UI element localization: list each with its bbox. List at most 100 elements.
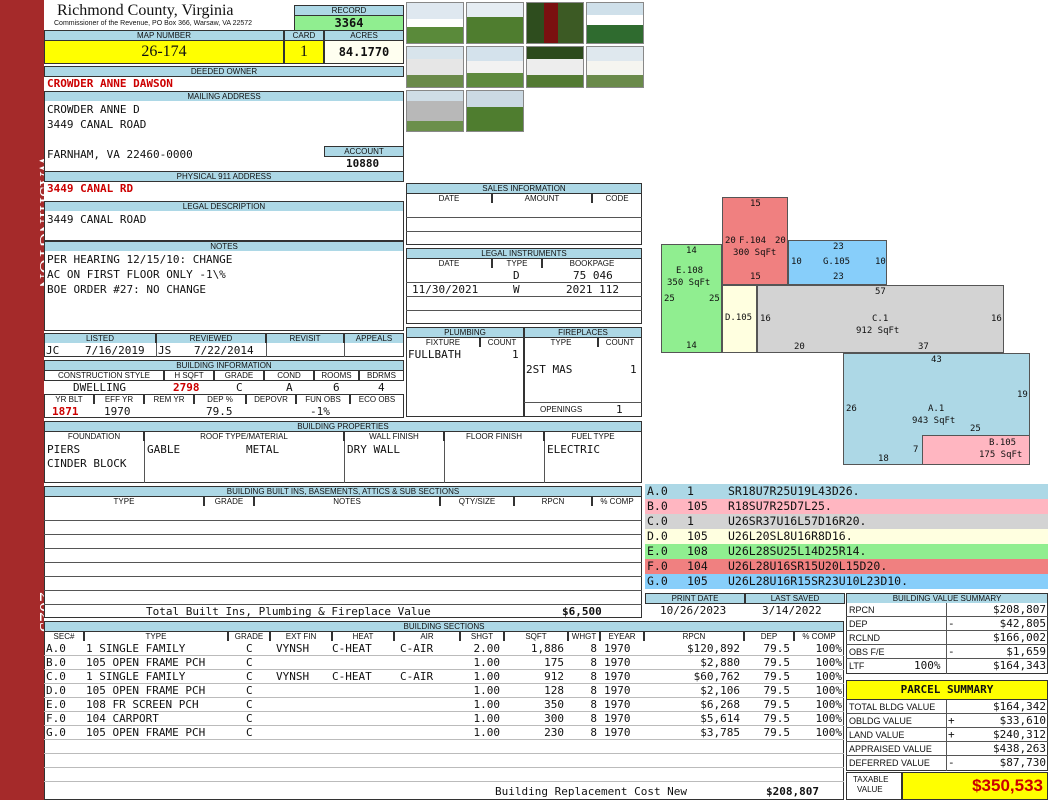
section-cell-rpcn: $3,785 xyxy=(700,726,740,739)
sketch-code-e: E.0 108 U26L28SU25L14D25R14. xyxy=(645,544,1048,559)
parcel-summary-title: PARCEL SUMMARY xyxy=(846,680,1048,700)
county-title: Richmond County, Virginia xyxy=(57,2,234,19)
section-cell-sec: B.0 xyxy=(46,656,66,669)
section-cell-grade: C xyxy=(246,684,253,697)
last-saved-label: LAST SAVED xyxy=(745,593,845,604)
section-cell-air: C-AIR xyxy=(400,670,434,683)
effective-year: 1970 xyxy=(104,405,131,418)
section-cell-comp: 100% xyxy=(815,698,843,711)
section-cell-comp: 100% xyxy=(815,712,843,725)
photo-7[interactable] xyxy=(526,46,584,88)
photo-5[interactable] xyxy=(406,46,464,88)
section-cell-shgt: 1.00 xyxy=(473,698,501,711)
construction-style: DWELLING xyxy=(73,381,126,394)
photo-4[interactable] xyxy=(586,2,644,44)
section-cell-whgt: 8 xyxy=(590,726,597,739)
section-cell-grade: C xyxy=(246,656,253,669)
section-cell-ext: VYNSH xyxy=(276,670,310,683)
account-label: ACCOUNT xyxy=(324,146,404,157)
sales-rows xyxy=(406,203,642,245)
photo-9[interactable] xyxy=(406,90,464,132)
foundation-2: CINDER BLOCK xyxy=(47,457,127,470)
section-cell-whgt: 8 xyxy=(590,670,597,683)
parcel-total-bldg: TOTAL BLDG VALUE $164,342 xyxy=(846,700,1048,714)
section-cell-comp: 100% xyxy=(815,670,843,683)
section-cell-ext: VYNSH xyxy=(276,642,310,655)
section-cell-whgt: 8 xyxy=(590,712,597,725)
section-cell-dep: 79.5 xyxy=(763,642,791,655)
section-cell-sec: D.0 xyxy=(46,684,66,697)
parcel-obldg: OBLDG VALUE + $33,610 xyxy=(846,714,1048,728)
record-number: 3364 xyxy=(294,15,404,31)
li-row-2-book: 2021 112 xyxy=(566,283,619,296)
section-cell-rpcn: $6,268 xyxy=(700,698,740,711)
sketch-section-b: B.105 175 SqFt xyxy=(922,435,1030,465)
builtins-total-label: Total Built Ins, Plumbing & Fireplace Va… xyxy=(146,605,431,618)
commissioner-address: Commissioner of the Revenue, PO Box 366,… xyxy=(54,20,253,27)
section-cell-sqft: 300 xyxy=(544,712,564,725)
replacement-cost-label: Building Replacement Cost New xyxy=(495,785,688,798)
photo-3[interactable] xyxy=(526,2,584,44)
photo-10[interactable] xyxy=(466,90,524,132)
reviewed-date: 7/22/2014 xyxy=(194,344,254,357)
h-grade: GRADE xyxy=(214,370,264,381)
functional-obs: -1% xyxy=(310,405,330,418)
section-cell-whgt: 8 xyxy=(590,684,597,697)
section-cell-type: 105 OPEN FRAME PCH xyxy=(86,684,206,697)
plumbing-count: 1 xyxy=(512,348,519,361)
print-date-label: PRINT DATE xyxy=(645,593,745,604)
mailing-line-2: 3449 CANAL ROAD xyxy=(47,118,147,131)
section-cell-dep: 79.5 xyxy=(763,684,791,697)
section-cell-sec: G.0 xyxy=(46,726,66,739)
sketch-code-c: C.0 1 U26SR37U16L57D16R20. xyxy=(645,514,1048,529)
depreciation: 79.5 xyxy=(206,405,233,418)
section-cell-eyear: 1970 xyxy=(604,684,631,697)
section-cell-sec: E.0 xyxy=(46,698,66,711)
section-cell-sec: C.0 xyxy=(46,670,66,683)
photo-1[interactable] xyxy=(406,2,464,44)
sketch-code-b: B.0 105 R18SU7R25D7L25. xyxy=(645,499,1048,514)
last-saved: 3/14/2022 xyxy=(762,604,822,617)
section-cell-eyear: 1970 xyxy=(604,642,631,655)
li-row-2-type: W xyxy=(513,283,520,296)
replacement-cost: $208,807 xyxy=(766,785,819,798)
section-cell-type: 104 CARPORT xyxy=(86,712,159,725)
section-cell-rpcn: $120,892 xyxy=(687,642,740,655)
section-cell-whgt: 8 xyxy=(590,642,597,655)
physical-address: 3449 CANAL RD xyxy=(47,182,134,195)
fireplace-type: 2ST MAS xyxy=(526,363,573,376)
bvs-ltf: LTF 100% $164,343 xyxy=(849,659,1046,672)
note-line-1: PER HEARING 12/15/10: CHANGE xyxy=(47,253,233,266)
bvs-rpcn: RPCN $208,807 xyxy=(846,603,1048,617)
physical-address-label: PHYSICAL 911 ADDRESS xyxy=(44,171,404,182)
sketch-section-c: 57 16 C.1 912 SqFt 16 20 37 xyxy=(757,285,1004,353)
photo-8[interactable] xyxy=(586,46,644,88)
section-cell-heat: C-HEAT xyxy=(332,670,372,683)
photo-6[interactable] xyxy=(466,46,524,88)
section-cell-sqft: 230 xyxy=(544,726,564,739)
section-cell-sqft: 912 xyxy=(544,670,564,683)
section-cell-rpcn: $60,762 xyxy=(693,670,740,683)
section-cell-grade: C xyxy=(246,698,253,711)
section-cell-air: C-AIR xyxy=(400,642,434,655)
note-line-2: AC ON FIRST FLOOR ONLY -1\% xyxy=(47,268,226,281)
section-cell-sqft: 175 xyxy=(544,656,564,669)
h-bdrms: BDRMS xyxy=(359,370,404,381)
deeded-owner: CROWDER ANNE DAWSON xyxy=(47,77,173,90)
section-cell-rpcn: $5,614 xyxy=(700,712,740,725)
card-number: 1 xyxy=(284,40,324,64)
map-number: 26-174 xyxy=(44,40,284,64)
photo-2[interactable] xyxy=(466,2,524,44)
section-cell-dep: 79.5 xyxy=(763,698,791,711)
section-cell-type: 108 FR SCREEN PCH xyxy=(86,698,199,711)
section-cell-eyear: 1970 xyxy=(604,726,631,739)
section-cell-rpcn: $2,880 xyxy=(700,656,740,669)
condition: A xyxy=(286,381,293,394)
parcel-land: LAND VALUE + $240,312 xyxy=(846,728,1048,742)
section-cell-dep: 79.5 xyxy=(763,712,791,725)
section-cell-whgt: 8 xyxy=(590,698,597,711)
plumbing-fixture: FULLBATH xyxy=(408,348,461,361)
taxable-label-box: TAXABLE VALUE xyxy=(846,772,902,800)
h-rooms: ROOMS xyxy=(314,370,359,381)
sketch-code-d: D.0 105 U26L20SL8U16R8D16. xyxy=(645,529,1048,544)
